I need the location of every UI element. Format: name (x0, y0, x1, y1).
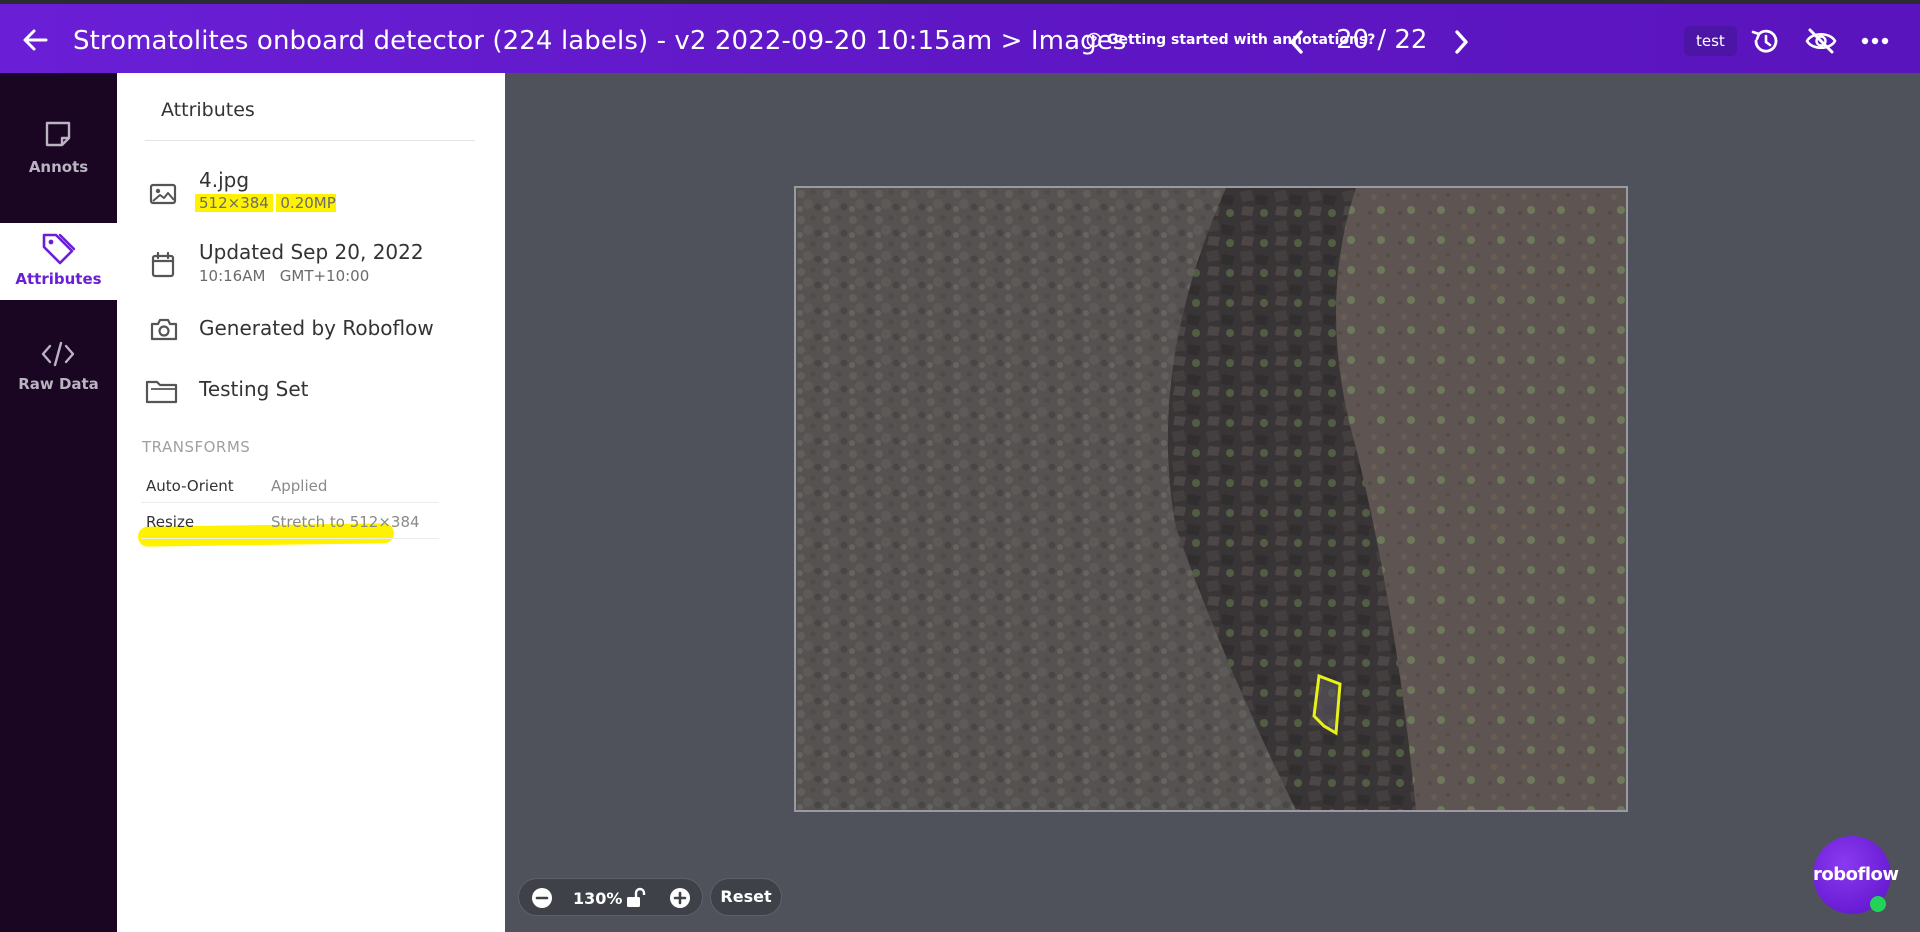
next-image-button[interactable] (1450, 28, 1472, 56)
zoom-in-button[interactable] (669, 887, 691, 909)
transform-row: Resize Stretch to 512×384 (141, 503, 439, 539)
panel-divider (145, 140, 475, 141)
plus-circle-icon (670, 888, 690, 908)
dataset-split: Testing Set (199, 377, 309, 401)
file-dimensions: 512×384 0.20MP (195, 194, 336, 212)
nav-label-raw-data: Raw Data (18, 375, 99, 393)
nav-item-raw-data[interactable]: Raw Data (0, 339, 117, 427)
split-badge[interactable]: test (1684, 26, 1737, 56)
reset-zoom-button[interactable]: Reset (710, 878, 782, 916)
attributes-panel: Attributes 4.jpg 512×384 0.20MP Updated … (117, 73, 505, 932)
split-row: Testing Set (145, 377, 485, 407)
image-icon (149, 183, 177, 205)
panel-title: Attributes (161, 99, 255, 121)
chevron-left-icon (1290, 30, 1303, 54)
file-name: 4.jpg (199, 168, 250, 192)
eye-off-icon (1805, 28, 1837, 54)
file-mp-text: 0.20MP (276, 194, 336, 212)
online-status-dot (1870, 896, 1886, 912)
left-nav: Annots Attributes Raw Data (0, 73, 117, 932)
generated-row: Generated by Roboflow (145, 316, 485, 346)
folder-icon (145, 380, 178, 404)
nav-label-annots: Annots (28, 158, 89, 176)
minus-circle-icon (532, 888, 552, 908)
transform-value: Stretch to 512×384 (271, 513, 420, 531)
transforms-heading: TRANSFORMS (142, 438, 251, 456)
image-pager-count: 20 / 22 (1336, 25, 1428, 55)
transform-key: Auto-Orient (146, 477, 234, 495)
history-button[interactable] (1748, 26, 1782, 56)
transform-key: Resize (146, 513, 195, 531)
history-icon (1751, 29, 1778, 53)
back-button[interactable] (18, 24, 54, 56)
unlock-icon (627, 887, 646, 907)
camera-icon (150, 318, 178, 341)
tag-icon (42, 233, 76, 265)
lock-zoom-button[interactable] (625, 887, 647, 909)
updated-timezone: GMT+10:00 (279, 267, 370, 285)
calendar-icon (151, 251, 175, 278)
nav-item-attributes[interactable]: Attributes (0, 223, 117, 300)
updated-time-text: 10:16AM (199, 267, 266, 285)
file-info-row: 4.jpg 512×384 0.20MP (145, 168, 485, 218)
chevron-right-icon (1455, 30, 1468, 54)
transform-value: Applied (271, 477, 328, 495)
question-circle-icon (1086, 32, 1102, 48)
transform-row: Auto-Orient Applied (141, 467, 439, 503)
updated-date: Updated Sep 20, 2022 (199, 240, 424, 264)
page-title: Stromatolites onboard detector (224 labe… (73, 26, 1127, 56)
previous-image-button[interactable] (1286, 28, 1308, 56)
help-link[interactable]: Getting started with annotations? (1086, 32, 1375, 48)
top-bar: Stromatolites onboard detector (224 labe… (0, 0, 1920, 73)
zoom-controls: 130% (518, 878, 703, 916)
updated-time: 10:16AM GMT+10:00 (199, 267, 369, 285)
nav-label-attributes: Attributes (15, 270, 102, 288)
generated-by: Generated by Roboflow (199, 316, 434, 340)
zoom-out-button[interactable] (531, 887, 553, 909)
nav-divider (0, 300, 117, 320)
hide-annotations-button[interactable] (1804, 26, 1838, 56)
updated-row: Updated Sep 20, 2022 10:16AM GMT+10:00 (145, 240, 485, 290)
aerial-photo (796, 188, 1626, 810)
nav-item-annots[interactable]: Annots (0, 118, 117, 206)
zoom-level: 130% (573, 889, 623, 908)
more-options-button[interactable] (1858, 26, 1892, 56)
more-horizontal-icon (1861, 37, 1889, 45)
note-icon (45, 121, 71, 147)
code-icon (41, 341, 75, 367)
arrow-left-icon (23, 29, 48, 51)
annotated-image[interactable] (794, 186, 1628, 812)
file-dims-text: 512×384 (195, 194, 273, 212)
